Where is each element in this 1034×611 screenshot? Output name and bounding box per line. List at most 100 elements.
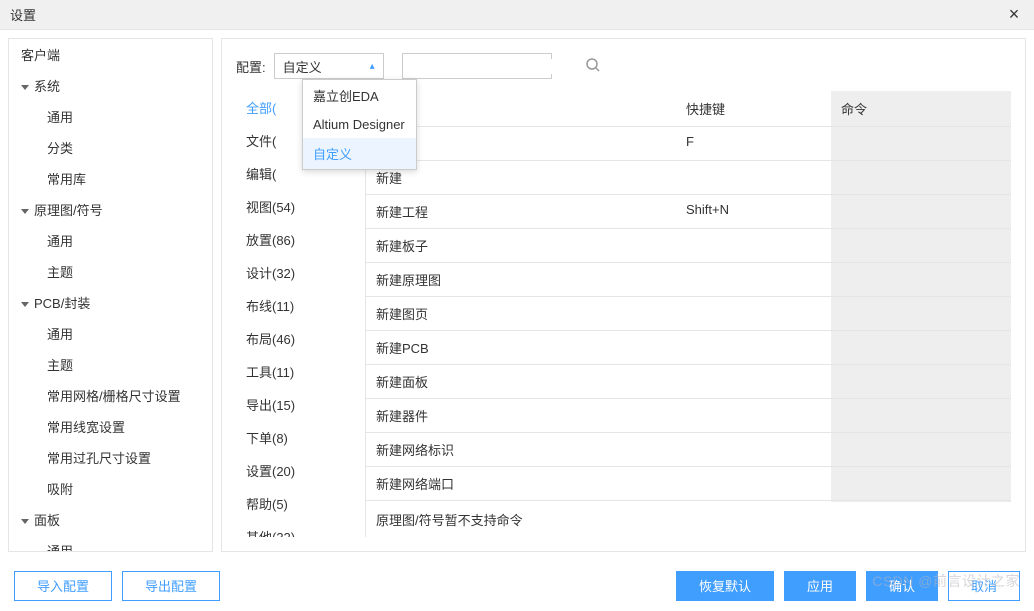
- sidebar-item[interactable]: 系统: [9, 70, 212, 101]
- sidebar-item[interactable]: 通用: [9, 318, 212, 349]
- config-label: 配置:: [236, 57, 266, 76]
- table-footer-note: 原理图/符号暂不支持命令: [366, 502, 1011, 537]
- sidebar-item[interactable]: 原理图/符号: [9, 194, 212, 225]
- sidebar-item[interactable]: 主题: [9, 349, 212, 380]
- sidebar-item[interactable]: 客户端: [9, 39, 212, 70]
- sidebar-item-label: 常用库: [47, 172, 86, 187]
- export-config-button[interactable]: 导出配置: [122, 571, 220, 601]
- category-item[interactable]: 下单(8): [236, 421, 365, 454]
- category-item[interactable]: 其他(32): [236, 520, 365, 537]
- td-key: [676, 297, 831, 330]
- sidebar-item[interactable]: 常用线宽设置: [9, 411, 212, 442]
- category-item[interactable]: 放置(86): [236, 223, 365, 256]
- sidebar-item-label: 面板: [34, 513, 60, 528]
- category-item[interactable]: 导出(15): [236, 388, 365, 421]
- sidebar-item-label: 常用线宽设置: [47, 420, 125, 435]
- config-dropdown[interactable]: 自定义 ▴: [274, 53, 384, 79]
- td-cmd: [831, 127, 1011, 160]
- sidebar-item-label: 主题: [47, 358, 73, 373]
- apply-button[interactable]: 应用: [784, 571, 856, 601]
- td-key: [676, 263, 831, 296]
- import-config-button[interactable]: 导入配置: [14, 571, 112, 601]
- table-row[interactable]: 新建器件: [366, 399, 1011, 433]
- table-column: 能 快捷键 命令 件菜单F新建新建工程Shift+N新建板子新建原理图新建图页新…: [366, 91, 1011, 537]
- sidebar-item[interactable]: PCB/封装: [9, 287, 212, 318]
- td-cmd: [831, 399, 1011, 432]
- confirm-button[interactable]: 确认: [866, 571, 938, 601]
- sidebar-item[interactable]: 通用: [9, 225, 212, 256]
- table-row[interactable]: 新建板子: [366, 229, 1011, 263]
- dialog-header: 设置 ×: [0, 0, 1034, 30]
- table-row[interactable]: 新建PCB: [366, 331, 1011, 365]
- sidebar-item[interactable]: 通用: [9, 535, 212, 552]
- td-key: [676, 399, 831, 432]
- config-row: 配置: 自定义 ▴ 嘉立创EDAAltium Designer自定义: [236, 53, 1011, 79]
- table-row[interactable]: 件菜单F: [366, 127, 1011, 161]
- category-item[interactable]: 帮助(5): [236, 487, 365, 520]
- category-item[interactable]: 工具(11): [236, 355, 365, 388]
- close-icon[interactable]: ×: [1004, 4, 1024, 25]
- sidebar-item[interactable]: 主题: [9, 256, 212, 287]
- td-func: 新建器件: [366, 399, 676, 432]
- search-box: [402, 53, 552, 79]
- table-row[interactable]: 新建图页: [366, 297, 1011, 331]
- td-key: [676, 467, 831, 500]
- sidebar-item[interactable]: 常用过孔尺寸设置: [9, 442, 212, 473]
- sidebar-item[interactable]: 通用: [9, 101, 212, 132]
- td-func: 新建PCB: [366, 331, 676, 364]
- config-dropdown-menu: 嘉立创EDAAltium Designer自定义: [302, 79, 417, 170]
- sidebar-item[interactable]: 吸附: [9, 473, 212, 504]
- table-row[interactable]: 新建: [366, 161, 1011, 195]
- footer-right: 恢复默认 应用 确认 取消: [676, 571, 1020, 601]
- sidebar-item[interactable]: 常用网格/栅格尺寸设置: [9, 380, 212, 411]
- sidebar-item[interactable]: 常用库: [9, 163, 212, 194]
- table-row[interactable]: 新建图纸: [366, 501, 1011, 502]
- caret-down-icon: [21, 519, 29, 524]
- sidebar-item-label: 主题: [47, 265, 73, 280]
- table-row[interactable]: 新建网络端口: [366, 467, 1011, 501]
- sidebar-item-label: 客户端: [21, 48, 60, 63]
- category-item[interactable]: 布线(11): [236, 289, 365, 322]
- td-cmd: [831, 161, 1011, 194]
- category-item[interactable]: 设计(32): [236, 256, 365, 289]
- td-key: [676, 229, 831, 262]
- dropdown-option[interactable]: Altium Designer: [303, 111, 416, 138]
- dialog-title: 设置: [10, 5, 36, 24]
- sidebar-item-label: 常用网格/栅格尺寸设置: [47, 389, 181, 404]
- td-func: 新建网络标识: [366, 433, 676, 466]
- sidebar-item-label: 通用: [47, 327, 73, 342]
- td-cmd: [831, 195, 1011, 228]
- dropdown-option[interactable]: 自定义: [303, 138, 416, 169]
- table-row[interactable]: 新建工程Shift+N: [366, 195, 1011, 229]
- td-key: [676, 433, 831, 466]
- th-shortcut: 快捷键: [676, 91, 831, 126]
- td-key: Shift+N: [676, 195, 831, 228]
- table-row[interactable]: 新建面板: [366, 365, 1011, 399]
- restore-default-button[interactable]: 恢复默认: [676, 571, 774, 601]
- main-content: 配置: 自定义 ▴ 嘉立创EDAAltium Designer自定义 全部(文件…: [221, 38, 1026, 552]
- table-row[interactable]: 新建网络标识: [366, 433, 1011, 467]
- config-selected: 自定义: [283, 57, 322, 76]
- td-func: 新建图纸: [366, 501, 676, 502]
- category-item[interactable]: 视图(54): [236, 190, 365, 223]
- dropdown-option[interactable]: 嘉立创EDA: [303, 80, 416, 111]
- sidebar-item-label: 常用过孔尺寸设置: [47, 451, 151, 466]
- sidebar-item[interactable]: 分类: [9, 132, 212, 163]
- cancel-button[interactable]: 取消: [948, 571, 1020, 601]
- table-row[interactable]: 新建原理图: [366, 263, 1011, 297]
- search-input[interactable]: [409, 59, 585, 74]
- sidebar-item-label: 系统: [34, 79, 60, 94]
- sidebar-item-label: 分类: [47, 141, 73, 156]
- sidebar-item-label: PCB/封装: [34, 296, 90, 311]
- td-func: 新建原理图: [366, 263, 676, 296]
- category-item[interactable]: 布局(46): [236, 322, 365, 355]
- caret-down-icon: [21, 302, 29, 307]
- sidebar-item-label: 原理图/符号: [34, 203, 103, 218]
- td-cmd: [831, 331, 1011, 364]
- search-icon[interactable]: [585, 57, 601, 76]
- sidebar-item[interactable]: 面板: [9, 504, 212, 535]
- td-cmd: [831, 263, 1011, 296]
- table-body: 件菜单F新建新建工程Shift+N新建板子新建原理图新建图页新建PCB新建面板新…: [366, 127, 1011, 502]
- category-item[interactable]: 设置(20): [236, 454, 365, 487]
- td-key: [676, 161, 831, 194]
